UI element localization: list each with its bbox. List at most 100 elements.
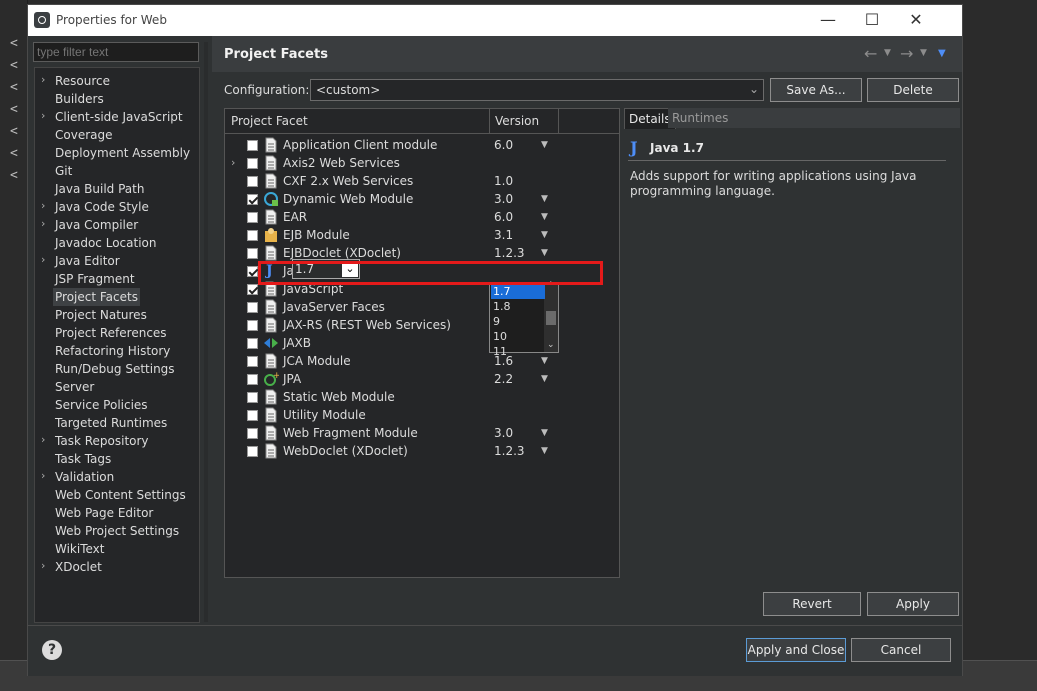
- maximize-button[interactable]: ☐: [850, 8, 894, 32]
- facet-checkbox[interactable]: [247, 446, 258, 457]
- close-button[interactable]: ✕: [894, 8, 938, 32]
- nav-item[interactable]: Coverage: [55, 126, 113, 144]
- facet-checkbox[interactable]: [247, 356, 258, 367]
- nav-item[interactable]: JSP Fragment: [55, 270, 135, 288]
- facet-row[interactable]: + JPA 2.2 ▼: [225, 370, 619, 388]
- facet-row[interactable]: JavaServer Faces: [225, 298, 619, 316]
- nav-item[interactable]: Targeted Runtimes: [55, 414, 167, 432]
- facet-version[interactable]: 2.2: [494, 370, 513, 388]
- nav-item[interactable]: Validation: [55, 468, 114, 486]
- caret-down-icon[interactable]: ▼: [541, 424, 548, 442]
- facet-checkbox[interactable]: [247, 140, 258, 151]
- chevron-right-icon[interactable]: ›: [231, 154, 235, 172]
- nav-item[interactable]: Refactoring History: [55, 342, 170, 360]
- facet-version[interactable]: 3.0: [494, 424, 513, 442]
- nav-item[interactable]: Resource: [55, 72, 110, 90]
- nav-item[interactable]: Service Policies: [55, 396, 148, 414]
- facet-checkbox[interactable]: [247, 320, 258, 331]
- version-option[interactable]: 10: [491, 329, 545, 344]
- facet-version[interactable]: 3.0: [494, 190, 513, 208]
- facet-row[interactable]: EAR 6.0 ▼: [225, 208, 619, 226]
- help-icon[interactable]: ?: [42, 640, 62, 660]
- nav-item[interactable]: Javadoc Location: [55, 234, 156, 252]
- facet-checkbox[interactable]: [247, 410, 258, 421]
- delete-button[interactable]: Delete: [867, 78, 959, 102]
- nav-item[interactable]: Git: [55, 162, 72, 180]
- chevron-right-icon[interactable]: ›: [41, 559, 45, 572]
- col-project-facet[interactable]: Project Facet: [231, 114, 308, 128]
- panel-sash[interactable]: [204, 42, 208, 622]
- nav-item[interactable]: Java Build Path: [55, 180, 144, 198]
- nav-item[interactable]: Java Editor: [55, 252, 120, 270]
- scrollbar-thumb[interactable]: [546, 311, 556, 325]
- facet-checkbox[interactable]: [247, 284, 258, 295]
- facet-row[interactable]: EJB Module 3.1 ▼: [225, 226, 619, 244]
- property-nav-tree[interactable]: › Resource Builders › Client-side JavaScript…: [34, 67, 200, 623]
- nav-item[interactable]: WikiText: [55, 540, 105, 558]
- nav-item[interactable]: Client-side JavaScript: [55, 108, 183, 126]
- cancel-button[interactable]: Cancel: [851, 638, 951, 662]
- apply-and-close-button[interactable]: Apply and Close: [746, 638, 846, 662]
- facet-row[interactable]: CXF 2.x Web Services 1.0: [225, 172, 619, 190]
- facet-checkbox[interactable]: [247, 338, 258, 349]
- configuration-combo[interactable]: <custom> ⌄: [310, 79, 764, 101]
- caret-down-icon[interactable]: ▼: [541, 208, 548, 226]
- facet-row[interactable]: WebDoclet (XDoclet) 1.2.3 ▼: [225, 442, 619, 460]
- facet-checkbox[interactable]: [247, 374, 258, 385]
- facet-row[interactable]: Application Client module 6.0 ▼: [225, 136, 619, 154]
- facet-version[interactable]: 6.0: [494, 136, 513, 154]
- facet-row[interactable]: Static Web Module: [225, 388, 619, 406]
- caret-down-icon[interactable]: ▼: [541, 226, 548, 244]
- facet-row[interactable]: › Axis2 Web Services: [225, 154, 619, 172]
- facet-row[interactable]: JAX-RS (REST Web Services): [225, 316, 619, 334]
- nav-item[interactable]: Project Natures: [55, 306, 147, 324]
- nav-item[interactable]: Project References: [55, 324, 167, 342]
- facet-checkbox[interactable]: [247, 158, 258, 169]
- facet-checkbox[interactable]: [247, 176, 258, 187]
- apply-button[interactable]: Apply: [867, 592, 959, 616]
- scroll-down-icon[interactable]: ⌄: [547, 340, 555, 350]
- chevron-right-icon[interactable]: ›: [41, 73, 45, 86]
- nav-item[interactable]: Task Repository: [55, 432, 149, 450]
- caret-down-icon[interactable]: ▼: [541, 370, 548, 388]
- version-option[interactable]: 1.7: [491, 284, 545, 299]
- view-menu-icon[interactable]: ▼: [938, 48, 946, 59]
- nav-item[interactable]: XDoclet: [55, 558, 102, 576]
- version-option[interactable]: 1.8: [491, 299, 545, 314]
- tab-runtimes[interactable]: Runtimes: [668, 108, 960, 128]
- caret-down-icon[interactable]: ▼: [541, 442, 548, 460]
- nav-item[interactable]: Web Content Settings: [55, 486, 186, 504]
- caret-down-icon[interactable]: ▼: [541, 136, 548, 154]
- chevron-right-icon[interactable]: ›: [41, 469, 45, 482]
- back-menu-icon[interactable]: ▼: [884, 48, 891, 58]
- version-option[interactable]: 11: [491, 344, 545, 359]
- facet-checkbox[interactable]: [247, 230, 258, 241]
- facet-checkbox[interactable]: [247, 392, 258, 403]
- minimize-button[interactable]: —: [806, 8, 850, 32]
- facet-checkbox[interactable]: [247, 428, 258, 439]
- chevron-right-icon[interactable]: ›: [41, 217, 45, 230]
- forward-arrow-icon[interactable]: →: [900, 44, 913, 63]
- back-arrow-icon[interactable]: ←: [864, 44, 877, 63]
- facet-checkbox[interactable]: [247, 302, 258, 313]
- chevron-right-icon[interactable]: ›: [41, 199, 45, 212]
- chevron-right-icon[interactable]: ›: [41, 433, 45, 446]
- dropdown-scrollbar[interactable]: ⌃ ⌄: [544, 281, 558, 352]
- facet-version[interactable]: 1.2.3: [494, 442, 525, 460]
- nav-item[interactable]: Web Page Editor: [55, 504, 153, 522]
- nav-item[interactable]: Java Compiler: [55, 216, 138, 234]
- facet-row[interactable]: JAXB: [225, 334, 619, 352]
- chevron-right-icon[interactable]: ›: [41, 109, 45, 122]
- nav-item[interactable]: Task Tags: [55, 450, 111, 468]
- facet-row[interactable]: Utility Module: [225, 406, 619, 424]
- facet-version[interactable]: 3.1: [494, 226, 513, 244]
- version-option[interactable]: 9: [491, 314, 545, 329]
- nav-item[interactable]: Builders: [55, 90, 104, 108]
- facet-checkbox[interactable]: [247, 248, 258, 259]
- save-as-button[interactable]: Save As...: [770, 78, 862, 102]
- revert-button[interactable]: Revert: [763, 592, 861, 616]
- nav-item[interactable]: Server: [55, 378, 94, 396]
- caret-down-icon[interactable]: ▼: [541, 190, 548, 208]
- facet-row[interactable]: Web Fragment Module 3.0 ▼: [225, 424, 619, 442]
- facet-row[interactable]: JCA Module 1.6 ▼: [225, 352, 619, 370]
